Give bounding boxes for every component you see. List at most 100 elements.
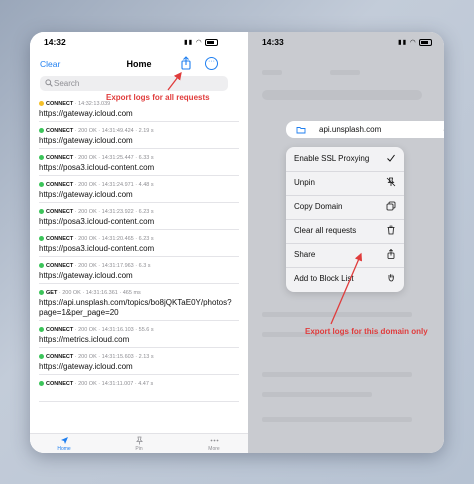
request-method: CONNECT <box>46 209 74 215</box>
row-divider <box>39 175 239 176</box>
request-meta: CONNECT · 200 OK · 14:31:11.007 · 4.47 s <box>39 380 239 389</box>
request-meta: GET · 200 OK · 14:31:16.361 · 465 ms <box>39 289 239 298</box>
list-item[interactable]: CONNECT · 200 OK · 14:31:11.007 · 4.47 s <box>39 380 239 389</box>
status-dot-icon <box>39 326 44 332</box>
menu-item-unpin[interactable]: Unpin <box>286 171 404 196</box>
menu-item-enable-ssl-proxying[interactable]: Enable SSL Proxying <box>286 147 404 172</box>
home-screen: 14:32 ▮▮ ◠ Clear Home ··· Export logs fo… <box>30 32 248 453</box>
request-method: CONNECT <box>46 128 74 134</box>
request-url: https://gateway.icloud.com <box>39 136 133 145</box>
request-timing: · 200 OK · 14:31:16.361 · 465 ms <box>57 290 141 296</box>
share-icon <box>387 249 395 259</box>
tab-pin-label: Pin <box>135 446 143 452</box>
menu-item-copy-domain[interactable]: Copy Domain <box>286 195 404 220</box>
checkmark-icon <box>387 154 395 162</box>
menu-item-label: Add to Block List <box>294 274 354 283</box>
row-divider <box>39 374 239 375</box>
search-icon <box>45 79 53 87</box>
menu-item-clear-all-requests[interactable]: Clear all requests <box>286 219 404 244</box>
row-divider <box>39 320 239 321</box>
tab-home[interactable]: Home <box>46 436 82 452</box>
menu-item-label: Copy Domain <box>294 202 343 211</box>
row-divider <box>39 229 239 230</box>
trash-icon <box>387 225 395 235</box>
menu-item-label: Enable SSL Proxying <box>294 154 370 163</box>
status-dot-icon <box>39 353 44 359</box>
search-bar[interactable] <box>40 76 228 91</box>
request-url: https://posa3.icloud-content.com <box>39 217 155 226</box>
request-meta: CONNECT · 200 OK · 14:31:20.465 · 6.23 s <box>39 235 239 244</box>
status-time: 14:32 <box>44 37 66 47</box>
status-icons: ▮▮ ◠ <box>184 38 219 46</box>
request-meta: CONNECT · 200 OK · 14:31:25.447 · 6.33 s <box>39 154 239 163</box>
search-input[interactable] <box>54 76 224 91</box>
ellipsis-icon <box>210 439 218 442</box>
request-timing: · 200 OK · 14:31:23.922 · 6.23 s <box>73 209 154 215</box>
request-url: https://posa3.icloud-content.com <box>39 163 155 172</box>
request-url: https://gateway.icloud.com <box>39 362 133 371</box>
annotation-export-domain: Export logs for this domain only <box>305 327 428 336</box>
tab-more-label: More <box>208 446 220 452</box>
status-icons-right: ▮▮ ◠ <box>398 38 433 46</box>
list-item[interactable]: CONNECT · 200 OK · 14:31:49.424 · 2.19 s… <box>39 127 239 146</box>
request-timing: · 200 OK · 14:31:11.007 · 4.47 s <box>73 381 154 387</box>
request-meta: CONNECT · 200 OK · 14:31:17.963 · 6.3 s <box>39 262 239 271</box>
app-screenshot-frame: 14:32 ▮▮ ◠ Clear Home ··· Export logs fo… <box>30 32 444 453</box>
status-dot-icon <box>39 127 44 133</box>
tab-pin[interactable]: Pin <box>121 436 157 452</box>
request-method: CONNECT <box>46 263 74 269</box>
request-method: CONNECT <box>46 101 74 107</box>
request-url: https://gateway.icloud.com <box>39 109 133 118</box>
paper-plane-icon <box>60 437 68 444</box>
request-method: CONNECT <box>46 236 74 242</box>
status-time-right: 14:33 <box>262 37 284 47</box>
request-url: https://gateway.icloud.com <box>39 271 133 280</box>
list-item[interactable]: CONNECT · 200 OK · 14:31:24.971 · 4.48 s… <box>39 181 239 200</box>
blurred-background <box>262 70 282 75</box>
more-options-icon[interactable]: ··· <box>205 57 218 70</box>
list-item[interactable]: CONNECT · 200 OK · 14:31:17.963 · 6.3 sh… <box>39 262 239 281</box>
battery-icon <box>205 38 219 46</box>
request-method: CONNECT <box>46 327 74 333</box>
row-divider <box>39 148 239 149</box>
status-dot-icon <box>39 208 44 214</box>
pin-icon <box>135 436 143 445</box>
status-dot-icon <box>39 100 44 106</box>
request-meta: CONNECT · 200 OK · 14:31:23.922 · 6.23 s <box>39 208 239 217</box>
blurred-background <box>262 312 412 317</box>
request-timing: · 200 OK · 14:31:17.963 · 6.3 s <box>73 263 151 269</box>
signal-icon: ▮▮ <box>398 39 408 46</box>
list-item[interactable]: CONNECT · 200 OK · 14:31:15.603 · 2.13 s… <box>39 353 239 372</box>
request-meta: CONNECT · 200 OK · 14:31:15.603 · 2.13 s <box>39 353 239 362</box>
row-divider <box>39 401 239 402</box>
list-item[interactable]: CONNECT · 200 OK · 14:31:20.465 · 6.23 s… <box>39 235 239 254</box>
request-method: GET <box>46 290 58 296</box>
request-method: CONNECT <box>46 354 74 360</box>
signal-icon: ▮▮ <box>184 39 194 46</box>
tab-more[interactable]: More <box>196 436 232 452</box>
folder-icon <box>296 127 306 134</box>
domain-row[interactable]: api.unsplash.com 4 <box>286 121 444 138</box>
menu-item-label: Clear all requests <box>294 226 357 235</box>
blurred-background <box>262 372 412 377</box>
request-url: https://metrics.icloud.com <box>39 335 130 344</box>
list-item[interactable]: GET · 200 OK · 14:31:16.361 · 465 ms http… <box>39 289 239 318</box>
tab-bar: Home Pin More <box>30 433 248 453</box>
menu-item-add-to-block-list[interactable]: Add to Block List <box>286 267 404 291</box>
share-icon[interactable] <box>179 56 193 70</box>
status-dot-icon <box>39 154 44 160</box>
menu-item-label: Share <box>294 250 316 259</box>
request-list[interactable]: CONNECT · 14:32:13.039 https://gateway.ic… <box>30 100 248 433</box>
request-timing: · 200 OK · 14:31:15.603 · 2.13 s <box>73 354 154 360</box>
request-method: CONNECT <box>46 155 74 161</box>
menu-item-share[interactable]: Share <box>286 243 404 268</box>
row-divider <box>39 202 239 203</box>
row-divider <box>39 256 239 257</box>
list-item[interactable]: CONNECT · 200 OK · 14:31:16.103 · 55.6 s… <box>39 326 239 345</box>
unpin-icon <box>386 177 396 187</box>
list-item[interactable]: CONNECT · 200 OK · 14:31:23.922 · 6.23 s… <box>39 208 239 227</box>
request-timing: · 200 OK · 14:31:25.447 · 6.33 s <box>73 155 154 161</box>
row-divider <box>39 283 239 284</box>
list-item[interactable]: CONNECT · 14:32:13.039 https://gateway.ic… <box>39 100 239 119</box>
list-item[interactable]: CONNECT · 200 OK · 14:31:25.447 · 6.33 s… <box>39 154 239 173</box>
